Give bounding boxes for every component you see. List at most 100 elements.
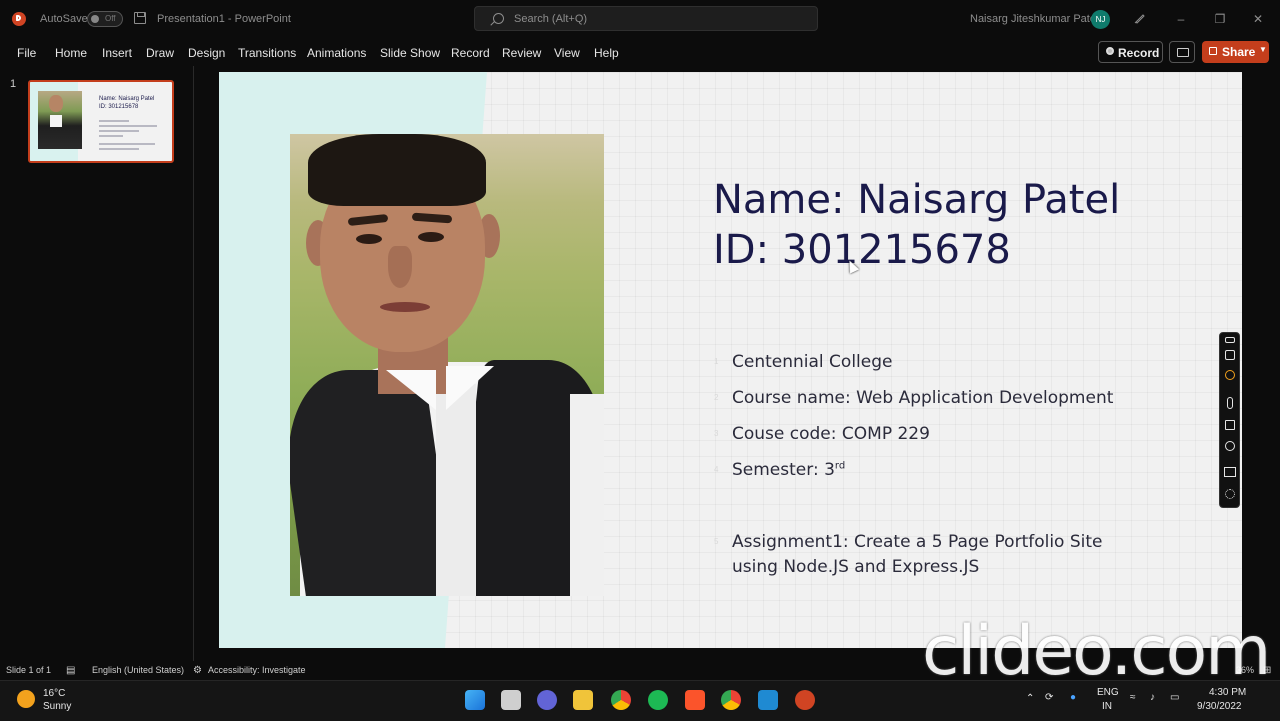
share-icon — [1209, 47, 1217, 55]
task-view-icon[interactable] — [501, 690, 521, 710]
tab-slide-show[interactable]: Slide Show — [380, 46, 440, 60]
battery-icon[interactable]: ▭ — [1170, 692, 1179, 703]
clock-date[interactable]: 9/30/2022 — [1197, 701, 1242, 712]
gear-icon[interactable] — [1225, 489, 1235, 499]
chrome-icon[interactable] — [611, 690, 631, 710]
chevron-down-icon[interactable]: ▼ — [1259, 45, 1267, 54]
bullet-mark: 3 — [714, 429, 719, 438]
spell-check-icon[interactable]: ▤ — [66, 665, 75, 676]
webcam-icon[interactable] — [1225, 441, 1235, 451]
bullet-mark: 5 — [714, 537, 719, 546]
slide-thumbnail[interactable]: Name: Naisarg Patel ID: 301215678 — [28, 80, 174, 163]
language-line2[interactable]: IN — [1102, 701, 1112, 712]
tab-animations[interactable]: Animations — [307, 46, 366, 60]
thumbnail-title-line2: ID: 301215678 — [99, 104, 139, 110]
pen-icon[interactable] — [1134, 12, 1146, 24]
microphone-icon[interactable] — [1227, 397, 1233, 409]
start-icon[interactable] — [465, 690, 485, 710]
file-explorer-icon[interactable] — [573, 690, 593, 710]
sync-icon[interactable]: ⟳ — [1045, 692, 1053, 703]
chrome-profile-icon[interactable] — [721, 690, 741, 710]
accessibility-status[interactable]: Accessibility: Investigate — [208, 665, 306, 675]
slide-title-name[interactable]: Name: Naisarg Patel — [713, 176, 1213, 224]
save-icon[interactable] — [134, 12, 146, 24]
comments-button[interactable] — [1169, 41, 1195, 63]
semester-superscript: rd — [834, 460, 846, 472]
thumbnail-text-line — [99, 120, 129, 122]
weather-condition: Sunny — [43, 701, 72, 712]
tab-help[interactable]: Help — [594, 46, 619, 60]
record-icon[interactable] — [1225, 370, 1235, 380]
tab-design[interactable]: Design — [188, 46, 225, 60]
bullet-mark: 1 — [714, 357, 719, 366]
thumbnail-text-line — [99, 130, 139, 132]
record-button-label: Record — [1118, 46, 1160, 60]
photo-eye — [356, 234, 382, 244]
vscode-icon[interactable] — [758, 690, 778, 710]
tab-file[interactable]: File — [17, 46, 36, 60]
slide-item-assignment-line1[interactable]: Assignment1: Create a 5 Page Portfolio S… — [732, 532, 1103, 552]
document-title: Presentation1 - PowerPoint — [157, 13, 291, 25]
thumbnail-title: Name: Naisarg Patel ID: 301215678 — [99, 95, 171, 111]
volume-icon[interactable]: ♪ — [1150, 692, 1155, 703]
accessibility-icon[interactable]: ⚙ — [193, 665, 202, 676]
speaker-icon[interactable] — [1225, 420, 1235, 430]
search-input[interactable]: Search (Alt+Q) — [474, 6, 818, 31]
taskbar: 16°C Sunny ⌃ ⟳ ● ENG IN ≈ ♪ ▭ 4:30 PM 9/… — [0, 680, 1280, 721]
thumbnail-face — [49, 95, 63, 112]
share-button-label: Share — [1222, 45, 1256, 59]
comment-icon — [1177, 48, 1189, 57]
photo-sleeve — [570, 394, 604, 596]
thumbnail-text-line — [99, 143, 155, 145]
sun-icon[interactable] — [17, 690, 35, 708]
grip-icon[interactable] — [1225, 337, 1235, 343]
tab-transitions[interactable]: Transitions — [238, 46, 296, 60]
autosave-toggle[interactable]: Off — [87, 11, 123, 27]
weather-temperature: 16°C — [43, 688, 66, 699]
tab-insert[interactable]: Insert — [102, 46, 132, 60]
clock-time[interactable]: 4:30 PM — [1209, 687, 1246, 698]
toggle-knob — [91, 15, 99, 23]
slide-canvas[interactable]: Name: Naisarg Patel ID: 301215678 1 Cent… — [219, 72, 1242, 648]
share-button[interactable]: Share ▼ — [1202, 41, 1269, 63]
chevron-up-icon[interactable]: ⌃ — [1026, 693, 1034, 704]
powerpoint-icon[interactable] — [795, 690, 815, 710]
photo-collar-right — [446, 366, 494, 410]
record-icon — [1106, 47, 1114, 55]
language-indicator[interactable]: English (United States) — [92, 665, 184, 675]
minimize-icon[interactable]: – — [1174, 12, 1188, 26]
slide-item-course-name[interactable]: Course name: Web Application Development — [732, 388, 1113, 408]
thumbnail-title-line1: Name: Naisarg Patel — [99, 96, 155, 102]
microphone-icon[interactable]: ● — [1070, 692, 1076, 703]
tab-view[interactable]: View — [554, 46, 580, 60]
tab-record[interactable]: Record — [451, 46, 490, 60]
slide-item-semester[interactable]: Semester: 3rd — [732, 460, 845, 480]
spotify-icon[interactable] — [648, 690, 668, 710]
language-line1[interactable]: ENG — [1097, 687, 1119, 698]
slide-title-id[interactable]: ID: 301215678 — [713, 226, 1213, 274]
close-icon[interactable]: ✕ — [1251, 12, 1265, 26]
slide-item-assignment-line2[interactable]: using Node.JS and Express.JS — [732, 557, 979, 577]
photo-collar-left — [386, 370, 436, 410]
photo-mouth — [380, 302, 430, 312]
screen-icon[interactable] — [1224, 467, 1236, 477]
profile-photo[interactable] — [290, 134, 604, 596]
tab-home[interactable]: Home — [55, 46, 87, 60]
slide-counter: Slide 1 of 1 — [6, 665, 52, 675]
camera-icon[interactable] — [1225, 350, 1235, 360]
autosave-label: AutoSave — [40, 13, 88, 25]
bullet-mark: 4 — [714, 465, 719, 474]
slide-item-course-code[interactable]: Couse code: COMP 229 — [732, 424, 930, 444]
slide-item-college[interactable]: Centennial College — [732, 352, 892, 372]
brave-icon[interactable] — [685, 690, 705, 710]
chat-icon[interactable] — [537, 690, 557, 710]
restore-icon[interactable]: ❐ — [1213, 12, 1227, 26]
thumbnail-shirt — [50, 115, 62, 127]
record-button[interactable]: Record — [1098, 41, 1163, 63]
wifi-icon[interactable]: ≈ — [1130, 692, 1136, 703]
tab-review[interactable]: Review — [502, 46, 541, 60]
tab-draw[interactable]: Draw — [146, 46, 174, 60]
autosave-state: Off — [105, 14, 116, 23]
avatar[interactable]: NJ — [1091, 10, 1110, 29]
search-icon — [493, 13, 504, 24]
